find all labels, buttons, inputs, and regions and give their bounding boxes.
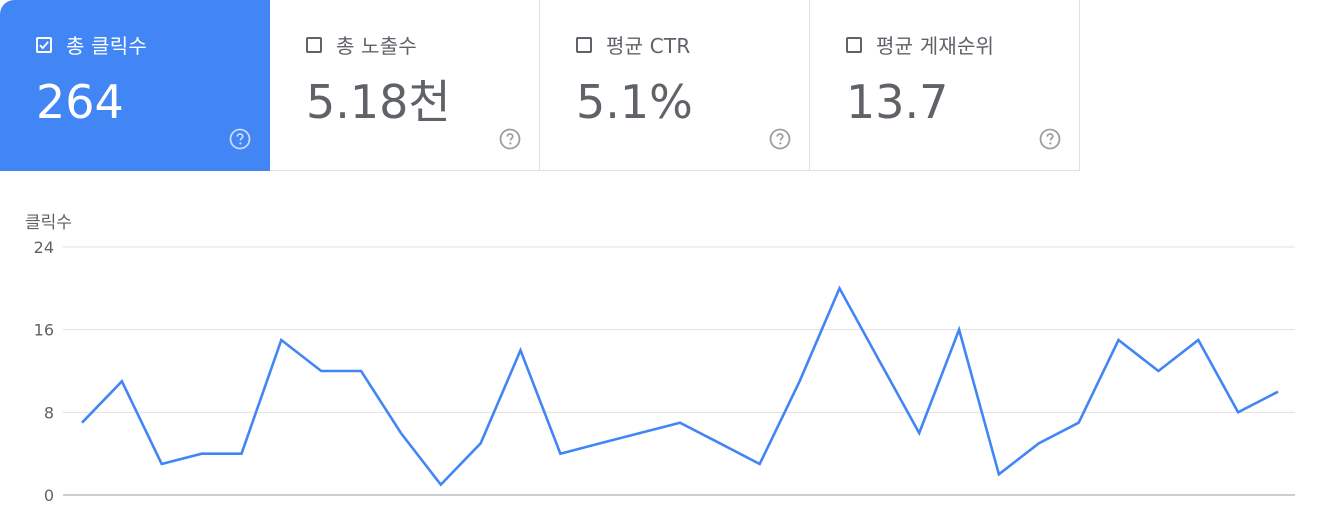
data-point[interactable] [196, 448, 208, 460]
data-point[interactable] [76, 417, 88, 429]
clicks-chart: 클릭수 24 16 8 0 [0, 172, 1338, 511]
data-point[interactable] [1192, 334, 1204, 346]
data-point[interactable] [913, 427, 925, 439]
metric-label: 총 노출수 [336, 34, 417, 58]
data-point[interactable] [873, 355, 885, 367]
data-point[interactable] [554, 448, 566, 460]
data-point[interactable] [993, 468, 1005, 480]
help-icon[interactable] [769, 128, 791, 150]
metric-card-average-position[interactable]: 평균 게재순위 13.7 [810, 0, 1080, 171]
series-line-clicks [81, 285, 1279, 487]
help-icon[interactable] [499, 128, 521, 150]
metric-value: 5.18천 [306, 75, 451, 129]
data-point[interactable] [116, 375, 128, 387]
data-point[interactable] [674, 417, 686, 429]
data-point[interactable] [275, 334, 287, 346]
metric-card-total-impressions[interactable]: 총 노출수 5.18천 [270, 0, 540, 171]
y-tick-label: 0 [44, 486, 54, 505]
y-tick-label: 24 [34, 238, 54, 257]
metric-value: 264 [36, 75, 124, 129]
metric-label: 총 클릭수 [66, 34, 147, 58]
data-point[interactable] [953, 324, 965, 336]
data-point[interactable] [1073, 417, 1085, 429]
data-point[interactable] [794, 375, 806, 387]
checkbox-unchecked-icon[interactable] [306, 37, 322, 53]
help-icon[interactable] [229, 128, 251, 150]
data-point[interactable] [475, 437, 487, 449]
data-point[interactable] [1232, 406, 1244, 418]
metric-card-average-ctr[interactable]: 평균 CTR 5.1% [540, 0, 810, 171]
data-point[interactable] [1152, 365, 1164, 377]
line-chart: 24 16 8 0 [34, 238, 1295, 505]
data-point[interactable] [1272, 386, 1284, 398]
data-point[interactable] [594, 437, 606, 449]
performance-panel: 총 클릭수 264 총 노출수 5.18천 평균 CTR 5.1% 평균 게재순… [0, 0, 1338, 511]
data-point[interactable] [634, 427, 646, 439]
data-point[interactable] [395, 427, 407, 439]
data-point[interactable] [754, 458, 766, 470]
data-point[interactable] [834, 282, 846, 294]
metric-value: 5.1% [576, 75, 693, 129]
data-point[interactable] [315, 365, 327, 377]
metric-label: 평균 CTR [606, 34, 691, 58]
data-point[interactable] [515, 344, 527, 356]
checkbox-unchecked-icon[interactable] [846, 37, 862, 53]
data-point[interactable] [1113, 334, 1125, 346]
data-point[interactable] [714, 437, 726, 449]
data-point[interactable] [435, 479, 447, 491]
metric-label: 평균 게재순위 [876, 34, 995, 58]
checkbox-unchecked-icon[interactable] [576, 37, 592, 53]
help-icon[interactable] [1039, 128, 1061, 150]
data-point[interactable] [355, 365, 367, 377]
data-point[interactable] [156, 458, 168, 470]
checkbox-checked-icon[interactable] [36, 37, 52, 53]
metric-cards: 총 클릭수 264 총 노출수 5.18천 평균 CTR 5.1% 평균 게재순… [0, 0, 1080, 172]
data-point[interactable] [1033, 437, 1045, 449]
metric-value: 13.7 [846, 75, 949, 129]
data-point[interactable] [236, 448, 248, 460]
metric-card-total-clicks[interactable]: 총 클릭수 264 [0, 0, 270, 171]
y-tick-label: 8 [44, 403, 54, 422]
y-tick-label: 16 [34, 321, 54, 340]
